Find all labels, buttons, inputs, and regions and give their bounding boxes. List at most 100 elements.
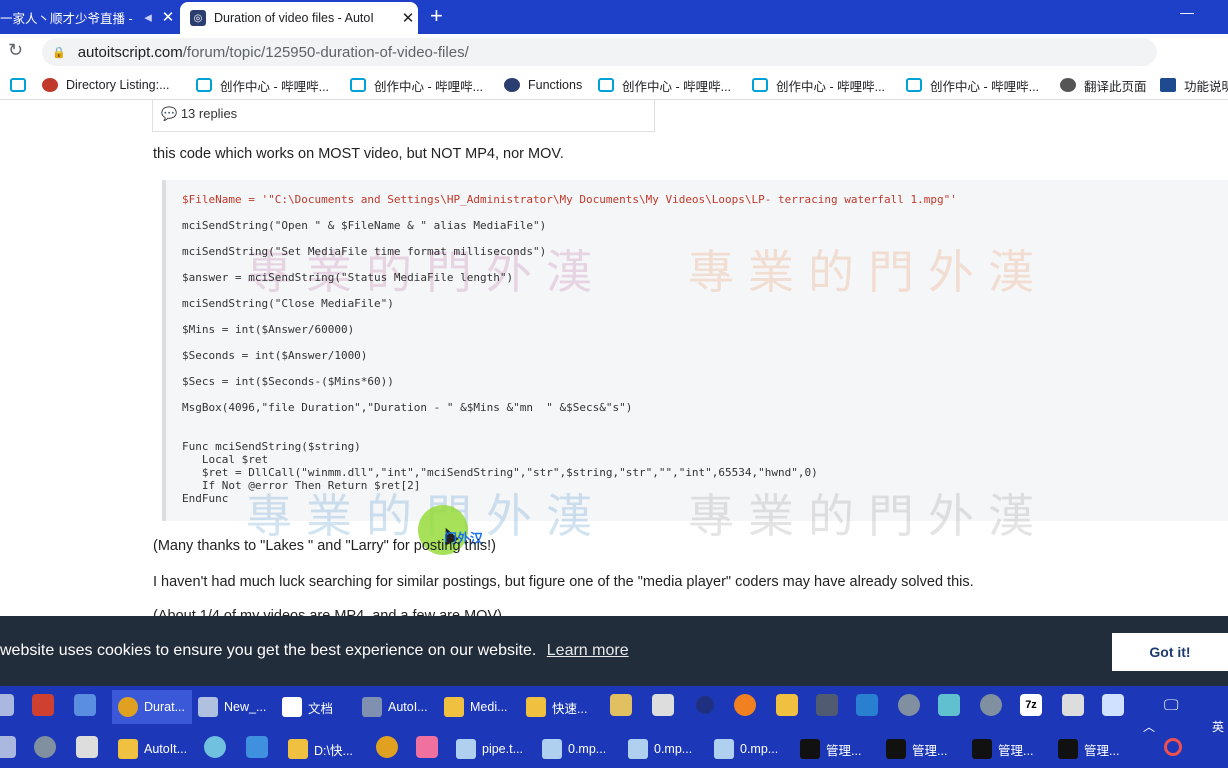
bookmark-item[interactable]: 创作中心 - 哔哩哔... xyxy=(350,76,483,94)
tab-title: 一家人丶顺才少爷直播 - xyxy=(0,11,133,26)
code-line: mciSendString("Open " & $FileName & " al… xyxy=(182,219,547,232)
taskbar-app-icon[interactable] xyxy=(32,694,54,716)
tab-live-stream[interactable]: 一家人丶顺才少爷直播 - ◂ ✕ xyxy=(0,0,178,34)
taskbar-item[interactable]: 文档 xyxy=(282,690,333,724)
watermark: 專業的門外漢 xyxy=(688,489,1048,543)
bilibili-icon xyxy=(752,78,768,92)
search-icon[interactable] xyxy=(734,694,756,716)
taskbar-app-icon[interactable] xyxy=(204,736,226,758)
taskbar-item[interactable]: New_... xyxy=(198,690,266,724)
bookmark-item[interactable]: 创作中心 - 哔哩哔... xyxy=(196,76,329,94)
taskbar-label: 管理... xyxy=(912,743,948,758)
taskbar-app-icon[interactable] xyxy=(246,736,268,758)
taskbar-app-icon[interactable] xyxy=(1102,694,1124,716)
code-line: $Seconds = int($Answer/1000) xyxy=(182,349,368,362)
console-icon xyxy=(800,739,820,759)
bookmark-item[interactable]: Functions xyxy=(504,76,582,94)
lock-icon: 🔒 xyxy=(52,46,66,59)
taskbar-item[interactable]: 快速... xyxy=(526,690,587,724)
record-icon[interactable] xyxy=(1164,738,1182,756)
bookmark-item[interactable]: 创作中心 - 哔哩哔... xyxy=(598,76,731,94)
tab-duration-of-video-files[interactable]: ◎ Duration of video files - AutoI ✕ xyxy=(180,2,418,34)
taskbar-app-icon[interactable] xyxy=(610,694,632,716)
taskbar-item[interactable]: AutoIt... xyxy=(118,732,187,766)
taskbar-app-icon[interactable] xyxy=(416,736,438,758)
taskbar-item[interactable]: 0.mp... xyxy=(542,732,606,766)
taskbar-item[interactable]: 管理... xyxy=(800,732,861,766)
taskbar-label: 0.mp... xyxy=(568,742,607,756)
taskbar-item[interactable]: pipe.t... xyxy=(456,732,523,766)
bookmark-label: 创作中心 - 哔哩哔... xyxy=(374,79,484,94)
taskbar-app-icon[interactable] xyxy=(0,694,14,716)
reload-icon[interactable]: ↻ xyxy=(8,40,23,61)
address-bar[interactable]: 🔒 autoitscript.com /forum/topic/125950-d… xyxy=(42,38,1157,66)
bookmark-item[interactable]: 功能说明 xyxy=(1160,76,1228,94)
cookie-message: website uses cookies to ensure you get t… xyxy=(0,642,629,660)
mute-icon[interactable]: ◂ xyxy=(138,8,158,26)
taskbar-item[interactable]: 0.mp... xyxy=(628,732,692,766)
taskbar-item[interactable]: 管理... xyxy=(1058,732,1119,766)
code-line: MsgBox(4096,"file Duration","Duration - … xyxy=(182,401,633,414)
7zip-icon[interactable]: 7z xyxy=(1020,694,1042,716)
taskbar-app-icon[interactable] xyxy=(652,694,674,716)
bookmark-item[interactable]: Directory Listing:... xyxy=(42,76,170,94)
folder-icon xyxy=(526,697,546,717)
bookmark-item[interactable]: 创作中心 - 哔哩哔... xyxy=(906,76,1039,94)
calendar-icon[interactable] xyxy=(76,736,98,758)
bookmark-label: 创作中心 - 哔哩哔... xyxy=(622,79,732,94)
taskbar-item[interactable]: Medi... xyxy=(444,690,508,724)
taskbar-app-icon[interactable] xyxy=(776,694,798,716)
taskbar-item[interactable]: D:\快... xyxy=(288,732,353,766)
bookmark-label: Directory Listing:... xyxy=(66,78,170,92)
taskbar-app-icon[interactable] xyxy=(0,736,16,758)
chrome-icon[interactable] xyxy=(376,736,398,758)
taskbar-app-icon[interactable] xyxy=(34,736,56,758)
url-domain: autoitscript.com xyxy=(77,43,183,61)
code-line: Func mciSendString($string) xyxy=(182,440,361,453)
taskbar-label: 管理... xyxy=(1084,743,1120,758)
input-language[interactable]: 英 xyxy=(1212,718,1224,735)
taskbar-app-icon[interactable] xyxy=(816,694,838,716)
close-icon[interactable]: ✕ xyxy=(398,9,418,27)
cookie-banner: website uses cookies to ensure you get t… xyxy=(0,616,1228,686)
got-it-button[interactable]: Got it! xyxy=(1112,633,1228,671)
taskbar-item[interactable]: 管理... xyxy=(886,732,947,766)
replies-count[interactable]: 💬 13 replies xyxy=(152,100,655,132)
taskbar-item[interactable]: 0.mp... xyxy=(714,732,778,766)
code-block: 專業的門外漢 專業的門外漢 專業的門外漢 專業的門外漢 $FileName = … xyxy=(162,180,1228,543)
help-icon xyxy=(118,739,138,759)
apps-icon[interactable] xyxy=(10,76,34,94)
bookmarks-bar: Directory Listing:... 创作中心 - 哔哩哔... 创作中心… xyxy=(0,70,1228,100)
new-tab-icon[interactable]: + xyxy=(430,4,443,28)
taskbar-label: AutoIt... xyxy=(144,742,188,756)
bookmark-item[interactable]: 翻译此页面 xyxy=(1060,76,1147,94)
bilibili-icon xyxy=(10,78,26,92)
bilibili-icon xyxy=(598,78,614,92)
taskbar-app-icon[interactable] xyxy=(696,696,714,714)
taskbar-item[interactable]: AutoI... xyxy=(362,690,428,724)
learn-more-link[interactable]: Learn more xyxy=(547,642,629,659)
file-icon xyxy=(542,739,562,759)
network-volume-icon[interactable]: 🖵 xyxy=(1164,697,1178,714)
taskbar-app-icon[interactable] xyxy=(856,694,878,716)
close-icon[interactable]: ✕ xyxy=(158,8,178,26)
folder-icon xyxy=(288,739,308,759)
taskbar-label: 文档 xyxy=(308,701,334,716)
taskbar-app-icon[interactable] xyxy=(1062,694,1084,716)
red-bird-icon xyxy=(42,78,58,92)
taskbar-app-icon[interactable] xyxy=(898,694,920,716)
console-icon xyxy=(886,739,906,759)
taskbar-label: New_... xyxy=(224,700,267,714)
bookmark-item[interactable]: 创作中心 - 哔哩哔... xyxy=(752,76,885,94)
taskbar-label: pipe.t... xyxy=(482,742,523,756)
code-line: $FileName = '"C:\Documents and Settings\… xyxy=(182,193,957,206)
taskbar-item[interactable]: 管理... xyxy=(972,732,1033,766)
taskbar-app-icon[interactable] xyxy=(74,694,96,716)
code-line: $ret = DllCall("winmm.dll","int","mciSen… xyxy=(182,466,818,479)
taskbar-app-icon[interactable] xyxy=(938,694,960,716)
taskbar-item-chrome[interactable]: Durat... xyxy=(112,690,192,724)
chevron-up-icon[interactable]: ︿ xyxy=(1143,718,1155,735)
minimize-icon[interactable]: — xyxy=(1180,4,1194,20)
taskbar-app-icon[interactable] xyxy=(980,694,1002,716)
post-text: I haven't had much luck searching for si… xyxy=(153,574,974,590)
